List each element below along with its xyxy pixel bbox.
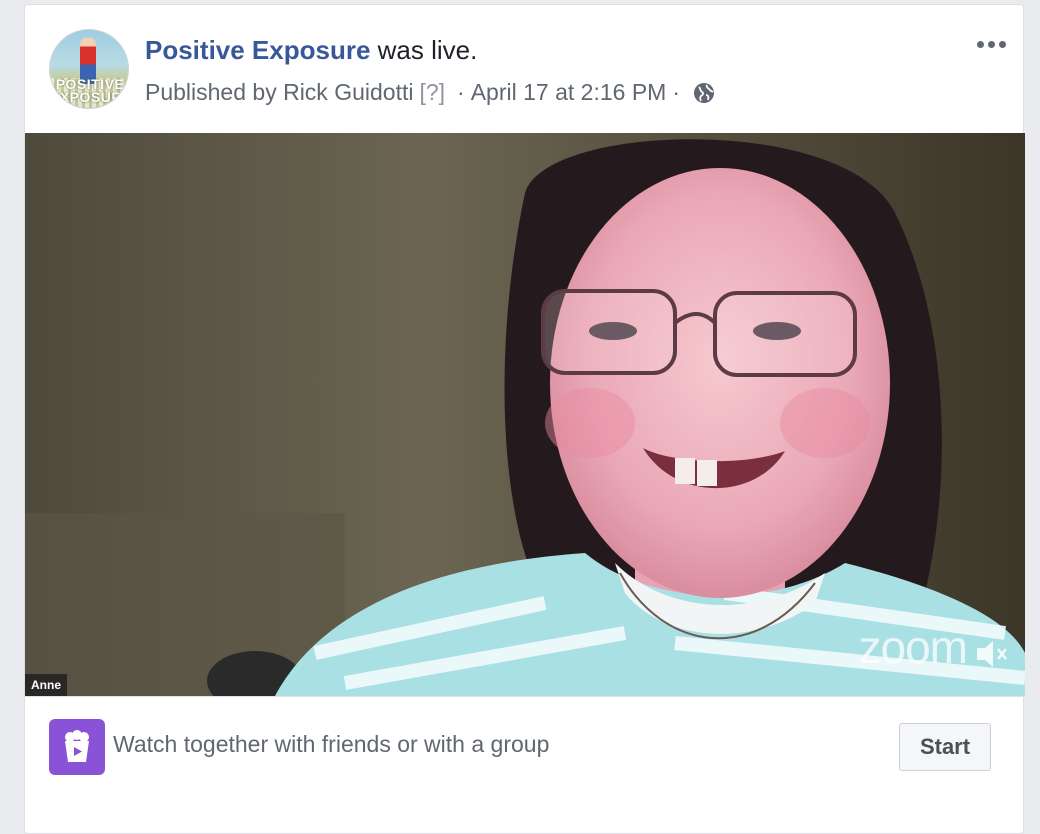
more-options-icon: [976, 40, 984, 48]
more-options-icon: [998, 40, 1006, 48]
post-timestamp[interactable]: April 17 at 2:16 PM: [471, 75, 667, 109]
page-avatar[interactable]: POSITIVE EXPOSURE: [49, 29, 129, 109]
avatar-logo-text: POSITIVE EXPOSURE: [50, 77, 129, 105]
post-headline: Positive Exposure was live.: [145, 33, 477, 67]
meta-separator: ·: [457, 79, 465, 105]
popcorn-play-icon: [49, 719, 105, 775]
post-card: POSITIVE EXPOSURE Positive Exposure was …: [24, 4, 1025, 834]
live-video-player[interactable]: zoom Anne: [25, 133, 1025, 696]
zoom-watermark: zoom: [858, 621, 968, 673]
more-options-button[interactable]: [971, 29, 1011, 59]
help-marker[interactable]: [?]: [419, 75, 445, 109]
post-action-text: was live.: [377, 35, 478, 65]
watch-party-row: Watch together with friends or with a gr…: [25, 697, 1025, 807]
post-header: POSITIVE EXPOSURE Positive Exposure was …: [25, 5, 1025, 133]
speaker-muted-icon[interactable]: [971, 634, 1011, 674]
more-options-icon: [987, 40, 995, 48]
video-frame: [25, 133, 1025, 696]
avatar-logo-line2: EXPOSURE: [50, 89, 129, 105]
globe-icon[interactable]: [692, 80, 716, 104]
start-watch-party-button[interactable]: Start: [899, 723, 991, 771]
watch-party-prompt: Watch together with friends or with a gr…: [113, 731, 550, 757]
participant-name-tag: Anne: [25, 674, 67, 696]
meta-separator: ·: [672, 79, 680, 105]
page-name-link[interactable]: Positive Exposure: [145, 35, 370, 65]
post-meta: Published by Rick Guidotti [?] · April 1…: [145, 75, 716, 109]
published-by-text[interactable]: Published by Rick Guidotti: [145, 75, 413, 109]
